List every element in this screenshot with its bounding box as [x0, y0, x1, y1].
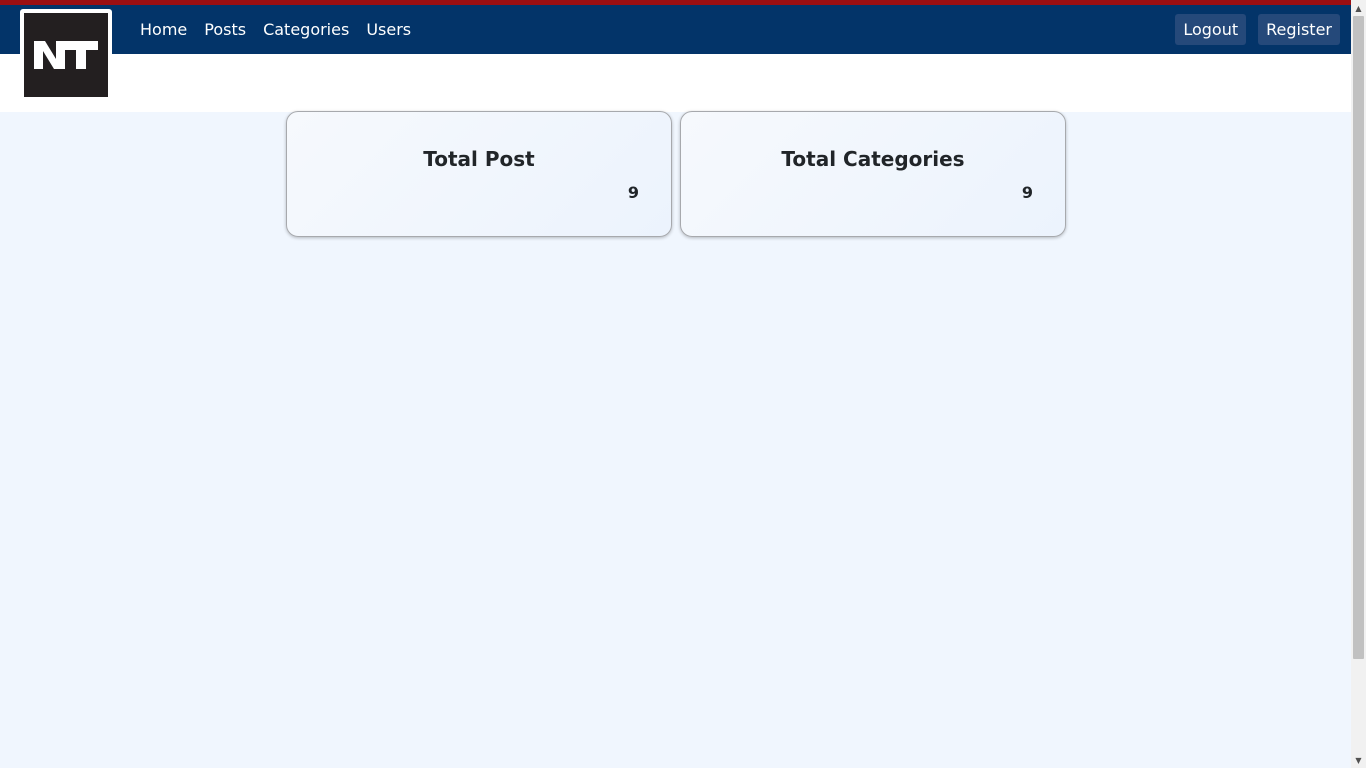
scroll-thumb[interactable]	[1353, 16, 1364, 659]
page: Home Posts Categories Users Logout Regis…	[0, 0, 1351, 768]
page-scrollbar[interactable]: ▲ ▼	[1351, 0, 1366, 768]
nav-posts-link[interactable]: Posts	[204, 20, 246, 39]
card-title: Total Categories	[781, 147, 965, 171]
nav-categories-link[interactable]: Categories	[263, 20, 349, 39]
register-button[interactable]: Register	[1258, 14, 1340, 45]
nav-home-link[interactable]: Home	[140, 20, 187, 39]
scroll-down-arrow-icon[interactable]: ▼	[1351, 752, 1366, 768]
main-nav: Home Posts Categories Users	[140, 5, 428, 54]
total-categories-card: Total Categories 9	[680, 111, 1066, 237]
logout-button[interactable]: Logout	[1175, 14, 1247, 45]
card-value: 9	[1021, 183, 1033, 202]
scroll-up-arrow-icon[interactable]: ▲	[1351, 0, 1366, 16]
nt-logo-mark	[34, 41, 98, 69]
stats-cards: Total Post 9 Total Categories 9	[286, 111, 1066, 237]
nav-users-link[interactable]: Users	[366, 20, 411, 39]
total-post-card: Total Post 9	[286, 111, 672, 237]
card-title: Total Post	[423, 147, 535, 171]
auth-actions: Logout Register	[1175, 14, 1340, 45]
header-band	[0, 54, 1351, 112]
site-logo[interactable]	[20, 9, 112, 99]
logo-image	[24, 13, 108, 97]
card-value: 9	[627, 183, 639, 202]
